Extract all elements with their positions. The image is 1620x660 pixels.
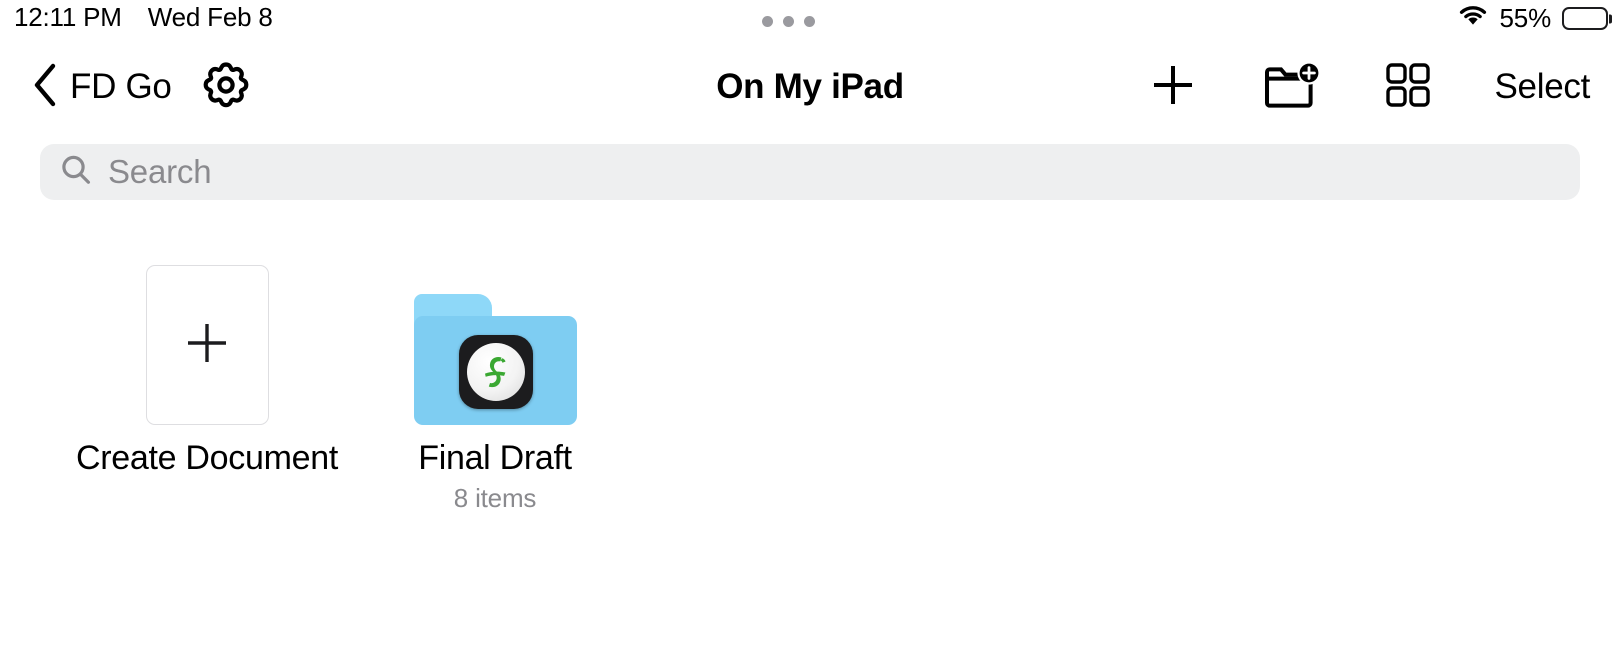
three-dots-icon[interactable] <box>762 16 815 27</box>
plus-icon[interactable] <box>1147 59 1199 116</box>
create-document-tile[interactable]: Create Document <box>63 240 351 478</box>
back-button[interactable]: FD Go <box>30 62 172 113</box>
search-placeholder: Search <box>108 153 212 190</box>
folder-icon <box>413 294 577 425</box>
create-document-label: Create Document <box>76 439 338 477</box>
back-button-label: FD Go <box>70 67 172 106</box>
search-icon <box>58 152 94 193</box>
gear-icon[interactable] <box>200 59 252 116</box>
wifi-icon <box>1457 4 1489 33</box>
folder-item-count: 8 items <box>453 483 537 514</box>
app-icon-disc <box>466 343 525 401</box>
folder-thumbnail <box>413 240 577 425</box>
folder-tile-final-draft[interactable]: Final Draft 8 items <box>351 240 639 514</box>
status-bar-right: 55% <box>1457 3 1612 34</box>
battery-icon <box>1562 7 1612 30</box>
status-time: 12:11 PM <box>14 2 122 32</box>
chevron-left-icon <box>30 62 60 113</box>
dot <box>762 16 773 27</box>
search-input[interactable]: Search <box>40 144 1580 200</box>
navigation-bar: On My iPad FD Go Select <box>0 46 1620 128</box>
final-draft-f-glyph <box>484 357 505 388</box>
navigation-bar-right: Select <box>1147 46 1590 128</box>
status-bar: 12:11 PM Wed Feb 8 55% <box>0 0 1620 42</box>
battery-percent-label: 55% <box>1499 3 1552 33</box>
folder-label: Final Draft <box>418 439 572 477</box>
folder-plus-icon[interactable] <box>1261 59 1321 116</box>
navigation-bar-left: FD Go <box>30 46 252 128</box>
grid-view-icon[interactable] <box>1383 60 1433 115</box>
plus-icon <box>176 312 238 379</box>
select-button[interactable]: Select <box>1495 67 1591 107</box>
status-date: Wed Feb 8 <box>147 2 273 32</box>
create-document-thumbnail <box>145 240 269 425</box>
create-document-card <box>145 265 269 425</box>
dot <box>783 16 794 27</box>
dot <box>804 16 815 27</box>
status-bar-left: 12:11 PM Wed Feb 8 <box>14 2 273 33</box>
final-draft-app-icon <box>458 335 533 409</box>
